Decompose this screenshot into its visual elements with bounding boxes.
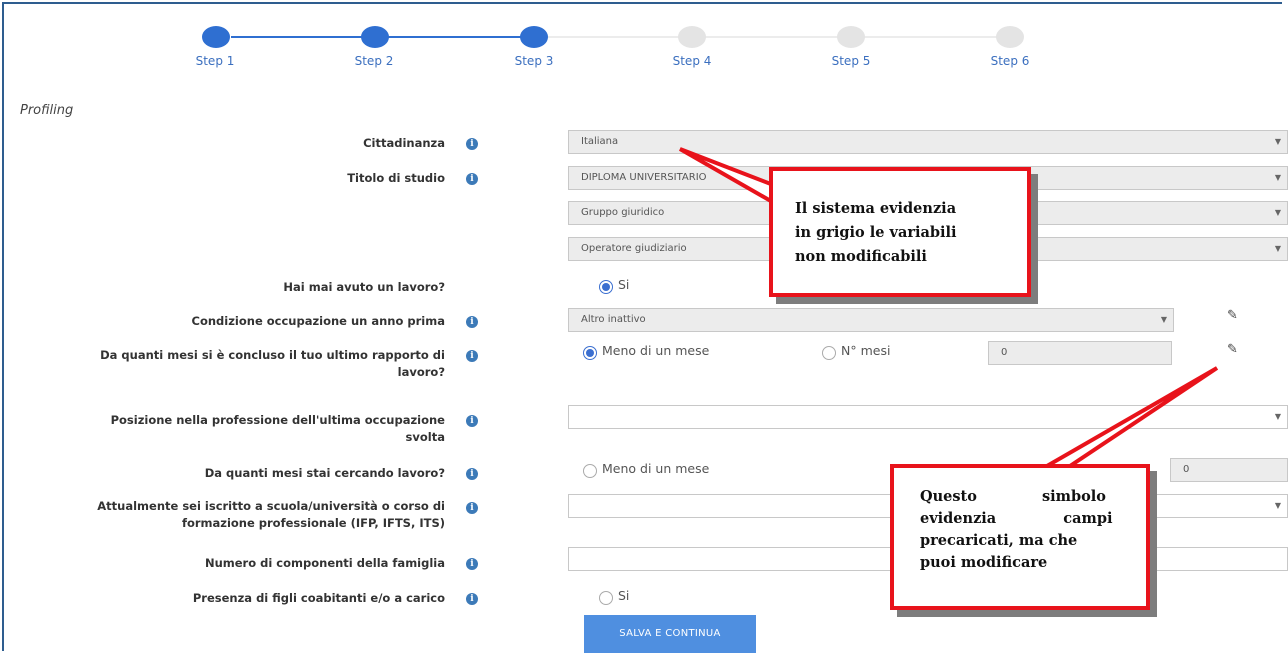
callout-pencil-line1-row: Questo simbolo	[920, 486, 1120, 508]
callout-grey: Il sistema evidenzia in grigio le variab…	[769, 167, 1031, 297]
callout-pencil-line1: Questo simbolo	[920, 488, 1106, 505]
callout-pencil-line4: puoi modificare	[920, 554, 1048, 571]
callout-grey-line2: in grigio le variabili	[795, 224, 957, 241]
callout-grey-line1: Il sistema evidenzia	[795, 200, 957, 217]
callout-pencil-line2: evidenzia campi	[920, 510, 1113, 527]
callout-arrow-pencil	[1036, 366, 1219, 481]
callout-arrow-grey	[679, 147, 778, 208]
callout-pencil: Questo simbolo evidenzia campi precarica…	[890, 464, 1150, 610]
callout-pencil-line3: precaricati, ma che	[920, 532, 1078, 549]
callout-grey-line3: non modificabili	[795, 248, 927, 265]
